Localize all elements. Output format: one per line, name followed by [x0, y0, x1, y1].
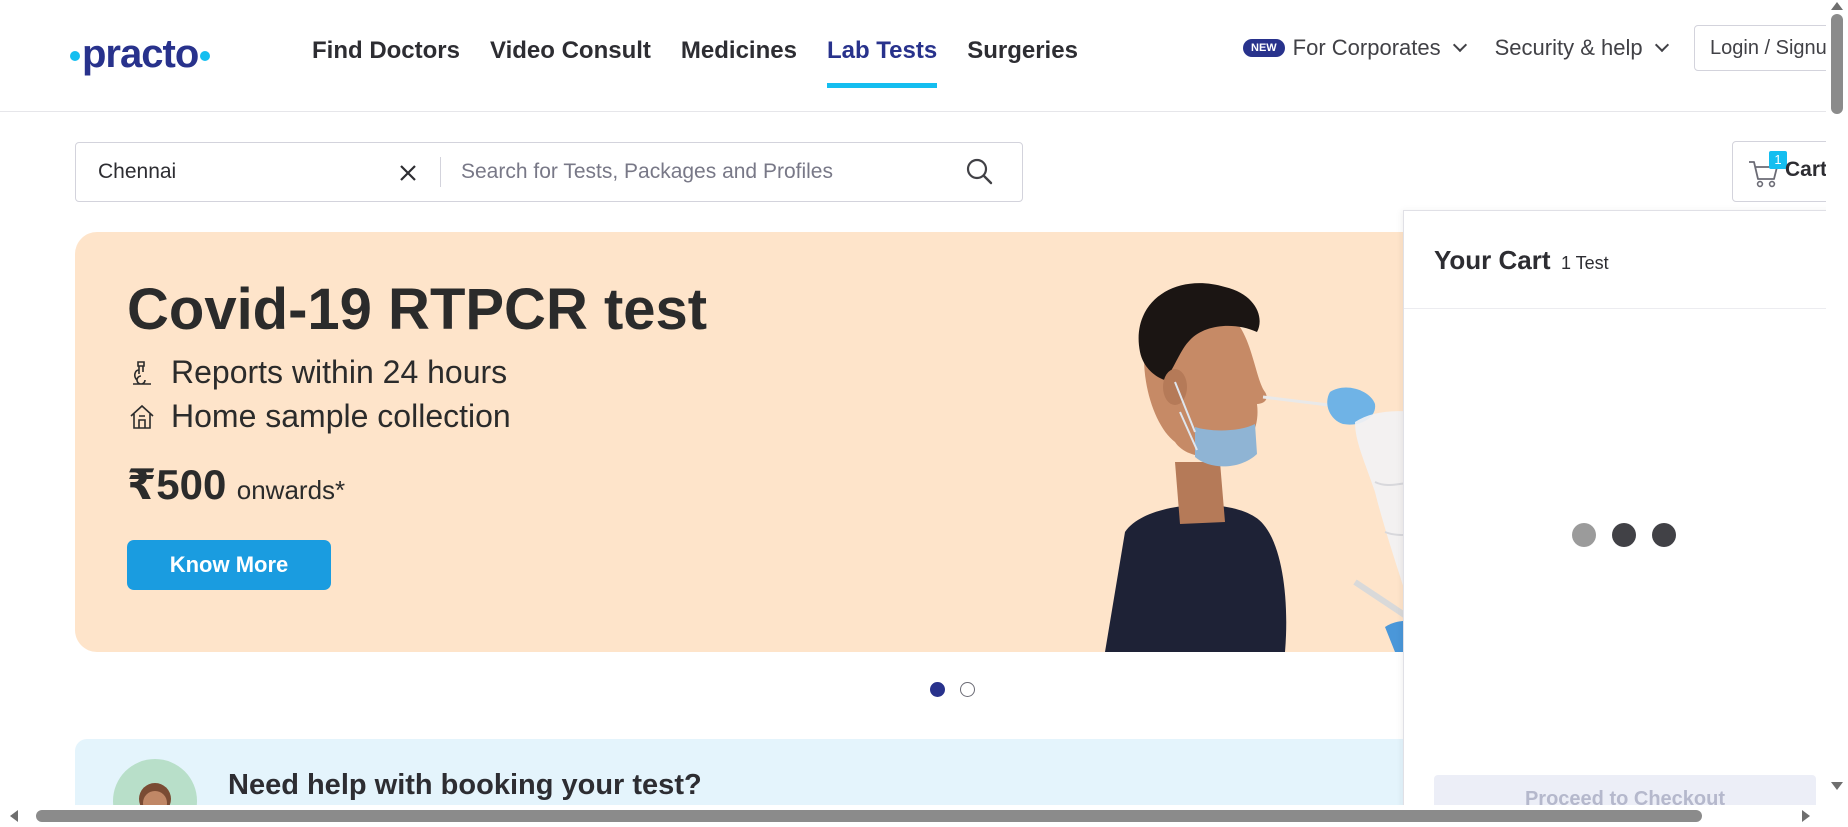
chevron-down-icon [1452, 37, 1467, 53]
help-title: Need help with booking your test? [228, 769, 702, 801]
logo-dot-right [200, 51, 211, 62]
logo-dot-left [70, 51, 80, 62]
help-section: Need help with booking your test? [75, 739, 1495, 805]
logo-text: practo [82, 32, 199, 76]
scroll-left-arrow-icon[interactable] [10, 810, 18, 822]
cart-item-count: 1 Test [1560, 253, 1609, 273]
search-icon[interactable] [960, 152, 1000, 192]
cart-button[interactable]: 1 Cart [1732, 141, 1826, 202]
close-icon[interactable] [396, 161, 420, 185]
banner-price: ₹500 onwards* [127, 460, 345, 509]
new-badge: NEW [1243, 39, 1285, 57]
practo-logo[interactable]: practo [68, 32, 212, 77]
site-header: practo Find Doctors Video Consult Medici… [0, 0, 1826, 112]
nav-find-doctors[interactable]: Find Doctors [312, 0, 460, 112]
support-agent-icon [139, 783, 171, 805]
loading-dot [1572, 523, 1596, 547]
banner-feature: Reports within 24 hours [127, 354, 507, 391]
test-search-input[interactable] [441, 143, 960, 201]
home-icon [130, 404, 154, 429]
security-help-dropdown[interactable]: Security & help [1494, 35, 1669, 61]
loading-dot [1612, 523, 1636, 547]
security-help-label: Security & help [1494, 35, 1643, 60]
price-amount: ₹500 [127, 461, 227, 508]
nav-lab-tests[interactable]: Lab Tests [826, 0, 938, 112]
scroll-right-arrow-icon[interactable] [1802, 810, 1810, 822]
promo-banner[interactable]: Covid-19 RTPCR test Reports within 24 ho… [75, 232, 1495, 652]
microscope-icon [133, 360, 151, 385]
cart-drawer: Your Cart 1 Test Proceed to Checkout [1403, 210, 1826, 805]
carousel-indicators [930, 682, 990, 697]
location-input[interactable] [76, 143, 440, 201]
price-suffix: onwards* [236, 475, 346, 505]
chevron-down-icon [1654, 37, 1669, 53]
login-signup-button[interactable]: Login / Signup [1694, 25, 1826, 71]
carousel-dot-2[interactable] [960, 682, 975, 697]
banner-feature-text: Home sample collection [171, 398, 511, 434]
cart-label: Cart [1785, 158, 1826, 181]
support-agent-avatar [113, 759, 197, 805]
scroll-down-arrow-icon[interactable] [1831, 782, 1843, 790]
carousel-dot-1[interactable] [930, 682, 945, 697]
scroll-up-arrow-icon[interactable] [1831, 2, 1843, 10]
scrollbar-corner [1826, 805, 1848, 827]
for-corporates-dropdown[interactable]: NEW For Corporates [1243, 35, 1467, 61]
horizontal-scroll-thumb[interactable] [36, 810, 1702, 822]
viewport: practo Find Doctors Video Consult Medici… [0, 0, 1826, 805]
loading-dot [1652, 523, 1676, 547]
banner-title: Covid-19 RTPCR test [127, 277, 708, 342]
vertical-scroll-thumb[interactable] [1831, 14, 1843, 114]
secondary-nav: NEW For Corporates Security & help [1243, 24, 1669, 72]
banner-feature-text: Reports within 24 hours [171, 354, 508, 390]
banner-feature: Home sample collection [127, 398, 511, 435]
cart-drawer-title: Your Cart [1434, 245, 1551, 275]
for-corporates-label: For Corporates [1292, 35, 1441, 60]
horizontal-scrollbar[interactable] [0, 805, 1826, 827]
search-bar [75, 142, 1023, 202]
proceed-to-checkout-button[interactable]: Proceed to Checkout [1434, 775, 1816, 805]
nav-surgeries[interactable]: Surgeries [967, 0, 1078, 112]
cart-drawer-header: Your Cart 1 Test [1404, 211, 1826, 309]
know-more-button[interactable]: Know More [127, 540, 331, 590]
nav-video-consult[interactable]: Video Consult [490, 0, 651, 112]
nav-medicines[interactable]: Medicines [681, 0, 797, 112]
main-nav: Find Doctors Video Consult Medicines Lab… [312, 0, 1108, 112]
vertical-scrollbar[interactable] [1826, 0, 1848, 805]
loading-spinner [1572, 523, 1692, 547]
